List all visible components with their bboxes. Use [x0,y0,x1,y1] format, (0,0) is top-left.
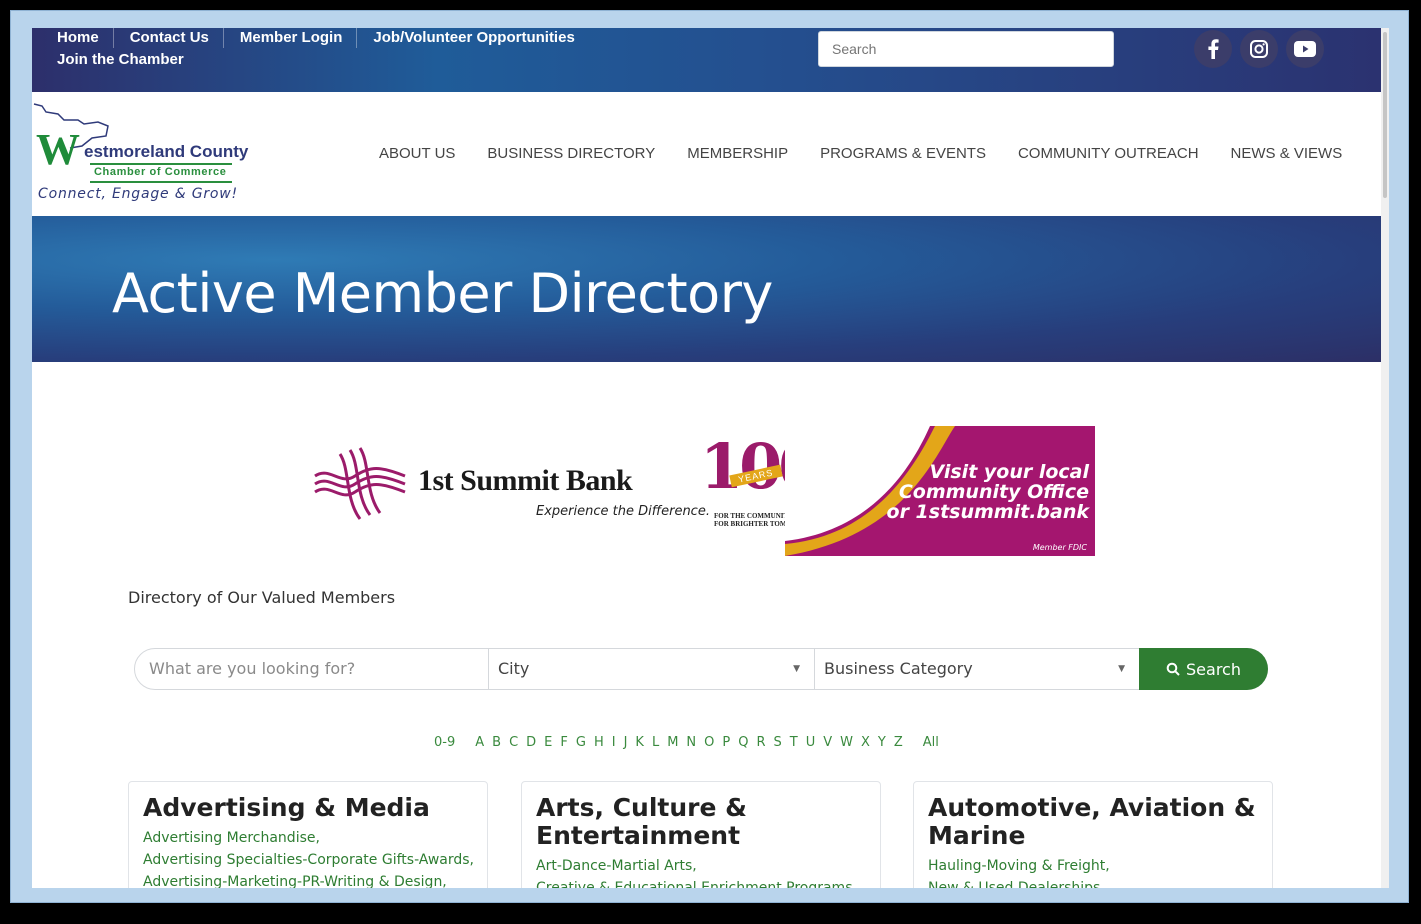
subcategory-link[interactable]: Creative & Educational Enrichment Progra… [536,877,866,888]
subcategory-link[interactable]: Hauling-Moving & Freight, [928,855,1258,877]
nav-join-link[interactable]: Join the Chamber [57,50,198,70]
page-hero: Active Member Directory [32,216,1381,362]
alpha-link[interactable]: D [522,735,540,750]
alpha-link[interactable]: L [648,735,663,750]
chevron-down-icon: ▼ [1118,664,1125,674]
page-title: Active Member Directory [112,262,773,325]
alphabet-filter: 0-9 A B C D E F G H I J K L M N O P Q R … [430,735,943,750]
alpha-link[interactable]: X [857,735,874,750]
nav-programs-events[interactable]: PROGRAMS & EVENTS [820,145,986,162]
main-nav: ABOUT US BUSINESS DIRECTORY MEMBERSHIP P… [379,145,1374,162]
alpha-link[interactable]: V [819,735,836,750]
nav-business-directory[interactable]: BUSINESS DIRECTORY [487,145,655,162]
alpha-link[interactable]: T [786,735,802,750]
top-utility-bar: Home Contact Us Member Login Job/Volunte… [32,28,1381,92]
subcategory-link[interactable]: Advertising-Marketing-PR-Writing & Desig… [143,871,473,888]
alpha-link[interactable]: F [556,735,571,750]
alpha-link-all[interactable]: All [919,735,943,750]
search-button-label: Search [1186,659,1241,679]
cta-line2: Community Office [898,481,1089,503]
cta-line1: Visit your local [929,461,1089,483]
alpha-link[interactable]: E [540,735,556,750]
city-select[interactable]: City ▼ [489,649,815,689]
alpha-link[interactable]: Q [734,735,752,750]
instagram-icon[interactable] [1240,30,1278,68]
nav-membership[interactable]: MEMBERSHIP [687,145,788,162]
nav-community-outreach[interactable]: COMMUNITY OUTREACH [1018,145,1199,162]
bank-name: 1st Summit Bank [418,464,633,497]
directory-search-bar: What are you looking for? City ▼ Busines… [134,648,1268,690]
nav-news-views[interactable]: NEWS & VIEWS [1231,145,1343,162]
category-card-automotive: Automotive, Aviation & Marine Hauling-Mo… [913,781,1273,888]
logo-rule-bottom [90,181,232,183]
bank-slogan: Experience the Difference. [536,504,710,519]
alpha-link[interactable]: M [663,735,682,750]
banner-cta-panel: Visit your local Community Office or 1st… [785,426,1095,556]
fdic-note: Member FDIC [1032,543,1087,552]
alpha-link[interactable]: O [700,735,718,750]
category-card-advertising: Advertising & Media Advertising Merchand… [128,781,488,888]
alpha-link-0-9[interactable]: 0-9 [430,735,459,750]
social-links [1194,30,1324,68]
subcategory-link[interactable]: Advertising Specialties-Corporate Gifts-… [143,849,474,871]
alpha-link[interactable]: K [631,735,648,750]
category-card-title[interactable]: Automotive, Aviation & Marine [928,794,1258,850]
alpha-link[interactable]: I [608,735,620,750]
alpha-link[interactable]: H [590,735,608,750]
site-search-input[interactable] [818,31,1114,67]
category-card-arts: Arts, Culture & Entertainment Art-Dance-… [521,781,881,888]
alpha-link[interactable]: Y [874,735,890,750]
sponsor-banner[interactable]: 1st Summit Bank Experience the Differenc… [310,426,1095,558]
nav-jobs-link[interactable]: Job/Volunteer Opportunities [373,28,588,48]
subcategory-link[interactable]: New & Used Dealerships, [928,877,1258,888]
directory-search-input[interactable]: What are you looking for? [135,649,489,689]
category-card-title[interactable]: Advertising & Media [143,794,473,822]
bank-logo-icon [314,447,406,520]
alpha-link[interactable]: C [505,735,522,750]
page-scrollbar[interactable] [1381,28,1389,888]
logo-tagline: Connect, Engage & Grow! [38,186,238,202]
nav-about-us[interactable]: ABOUT US [379,145,455,162]
alpha-link[interactable]: A [471,735,488,750]
logo-w-mark: W [36,125,80,174]
search-icon [1166,662,1180,676]
subcategory-link[interactable]: Advertising Merchandise, [143,827,473,849]
alpha-link[interactable]: Z [890,735,907,750]
chevron-down-icon: ▼ [793,664,800,674]
facebook-icon[interactable] [1194,30,1232,68]
category-select-value: Business Category [824,659,973,678]
utility-nav: Home Contact Us Member Login Job/Volunte… [57,28,677,70]
alpha-link[interactable]: S [770,735,786,750]
alpha-link[interactable]: J [620,735,632,750]
logo-rule-top [90,163,232,165]
alpha-link[interactable]: P [718,735,734,750]
banner-cta-text: Visit your local Community Office or 1st… [887,462,1089,522]
alpha-link[interactable]: G [572,735,590,750]
youtube-icon[interactable] [1286,30,1324,68]
alpha-link[interactable]: U [802,735,820,750]
logo-subtitle: Chamber of Commerce [94,166,227,178]
scrollbar-thumb[interactable] [1383,32,1387,198]
alpha-link[interactable]: B [488,735,505,750]
city-select-value: City [498,659,530,678]
nav-home-link[interactable]: Home [57,28,114,48]
site-header: W estmoreland County Chamber of Commerce… [32,92,1381,216]
category-select[interactable]: Business Category ▼ [815,649,1139,689]
directory-intro: Directory of Our Valued Members [128,588,396,607]
cta-line3: or 1stsummit.bank [886,501,1089,523]
directory-search-button[interactable]: Search [1139,648,1268,690]
alpha-link[interactable]: W [836,735,857,750]
logo-name: estmoreland County [84,142,249,161]
chamber-logo[interactable]: W estmoreland County Chamber of Commerce… [32,102,248,206]
subcategory-link[interactable]: Art-Dance-Martial Arts, [536,855,866,877]
alpha-link[interactable]: N [682,735,700,750]
nav-contact-link[interactable]: Contact Us [130,28,224,48]
page-viewport: Home Contact Us Member Login Job/Volunte… [32,28,1389,888]
alpha-link[interactable]: R [752,735,769,750]
category-card-title[interactable]: Arts, Culture & Entertainment [536,794,866,850]
nav-member-login-link[interactable]: Member Login [240,28,358,48]
